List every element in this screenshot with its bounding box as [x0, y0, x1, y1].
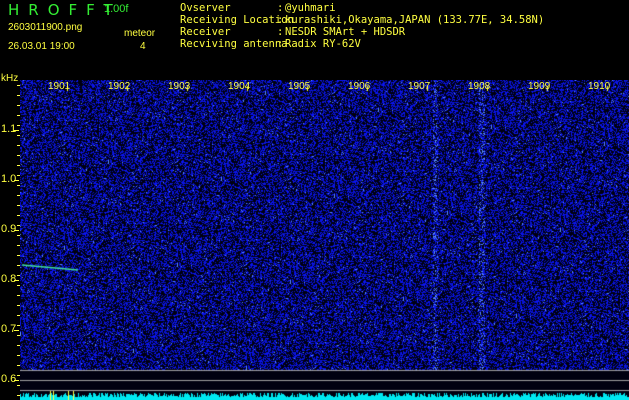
y-minor-tick	[17, 195, 20, 196]
x-tick-label: 1903	[168, 81, 191, 92]
y-minor-tick	[17, 345, 20, 346]
info-row: Receiving Location: kurashiki,Okayama,JAP…	[150, 14, 544, 26]
y-minor-tick	[17, 245, 20, 246]
y-minor-tick	[17, 255, 20, 256]
file-datetime: 26.03.01 19:00	[8, 41, 75, 52]
y-tick-label: 1.0	[1, 173, 17, 185]
x-tick-label: 1906	[348, 81, 371, 92]
x-tick-label: 1910	[588, 81, 611, 92]
y-minor-tick	[17, 385, 20, 386]
y-tick-label: 0.6	[1, 373, 17, 385]
x-tick-label: 1902	[108, 81, 131, 92]
info-key: Receiving Location	[180, 14, 294, 26]
info-key: Receiver	[180, 26, 231, 38]
y-minor-tick	[17, 325, 20, 326]
meteor-count: 4	[140, 41, 146, 52]
info-value: @yuhmari	[285, 2, 336, 14]
y-minor-tick	[17, 315, 20, 316]
y-tick-mark	[14, 380, 19, 381]
y-minor-tick	[17, 265, 20, 266]
y-minor-tick	[17, 115, 20, 116]
y-minor-tick	[17, 375, 20, 376]
y-minor-tick	[17, 85, 20, 86]
x-tick-label: 1905	[288, 81, 311, 92]
info-row: Receiver: NESDR SMArt + HDSDR	[150, 26, 544, 38]
y-tick-mark	[14, 180, 19, 181]
y-tick-mark	[14, 280, 19, 281]
y-minor-tick	[17, 335, 20, 336]
x-tick-label: 1907	[408, 81, 431, 92]
y-minor-tick	[17, 295, 20, 296]
y-minor-tick	[17, 105, 20, 106]
spectrogram	[20, 80, 629, 400]
y-minor-tick	[17, 125, 20, 126]
x-tick-label: 1904	[228, 81, 251, 92]
y-minor-tick	[17, 395, 20, 396]
y-tick-label: 0.8	[1, 273, 17, 285]
y-minor-tick	[17, 225, 20, 226]
y-minor-tick	[17, 235, 20, 236]
y-minor-tick	[17, 285, 20, 286]
y-unit-label: kHz	[1, 73, 19, 84]
y-minor-tick	[17, 155, 20, 156]
info-value: Radix RY-62V	[285, 38, 361, 50]
y-minor-tick	[17, 165, 20, 166]
y-tick-label: 0.7	[1, 323, 17, 335]
y-tick-mark	[14, 130, 19, 131]
y-minor-tick	[17, 355, 20, 356]
y-minor-tick	[17, 185, 20, 186]
y-minor-tick	[17, 365, 20, 366]
x-tick-label: 1908	[468, 81, 491, 92]
x-tick-label: 1901	[48, 81, 71, 92]
info-key: Ovserver	[180, 2, 231, 14]
y-tick-label: 0.9	[1, 223, 17, 235]
info-value: NESDR SMArt + HDSDR	[285, 26, 406, 38]
y-minor-tick	[17, 95, 20, 96]
y-tick-mark	[14, 230, 19, 231]
app-version: 1.00f	[104, 3, 129, 15]
y-tick-label: 1.1	[1, 123, 17, 135]
y-minor-tick	[17, 305, 20, 306]
info-key: Recviving antenna	[180, 38, 288, 50]
info-row: Recviving antenna: Radix RY-62V	[150, 38, 544, 50]
info-row: Ovserver: @yuhmari	[150, 2, 544, 14]
y-minor-tick	[17, 135, 20, 136]
station-info: Ovserver: @yuhmari Receiving Location: kur…	[150, 2, 544, 50]
info-value: kurashiki,Okayama,JAPAN (133.77E, 34.58N…	[285, 14, 545, 26]
y-tick-mark	[14, 330, 19, 331]
file-name: 2603011900.png	[8, 22, 83, 33]
y-minor-tick	[17, 175, 20, 176]
x-tick-label: 1909	[528, 81, 551, 92]
y-minor-tick	[17, 145, 20, 146]
y-minor-tick	[17, 275, 20, 276]
y-minor-tick	[17, 205, 20, 206]
y-minor-tick	[17, 215, 20, 216]
